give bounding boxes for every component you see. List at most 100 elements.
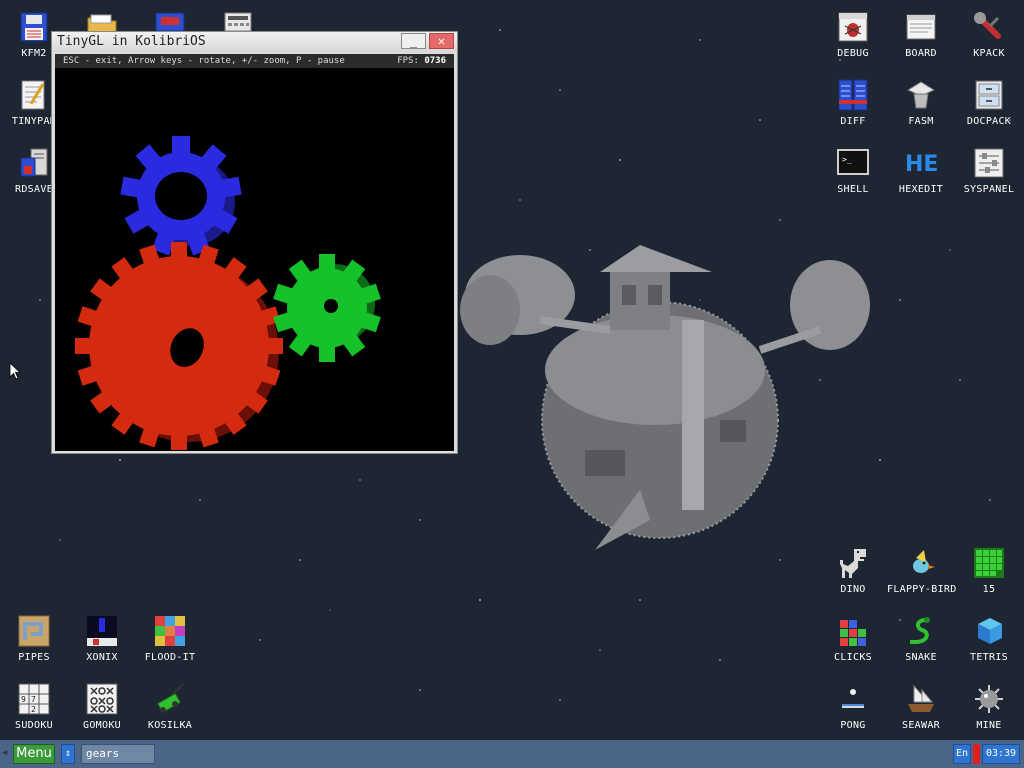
- mine-icon: [975, 685, 1003, 713]
- terminal-icon: >_: [837, 149, 869, 175]
- board-icon: [906, 14, 936, 40]
- desktop-icon-kpack[interactable]: KPACK: [955, 10, 1023, 59]
- fps-value: 0736: [424, 56, 446, 66]
- desktop-icon-seawar[interactable]: SEAWAR: [887, 682, 955, 731]
- minimize-icon: _: [409, 34, 418, 48]
- window-titlebar[interactable]: TinyGL in KolibriOS _ ✕: [52, 32, 457, 52]
- svg-text:7: 7: [31, 695, 36, 704]
- desktop-icon-label: SUDOKU: [15, 720, 53, 731]
- desktop-icon-label: HEXEDIT: [898, 184, 944, 195]
- flood-it-icon: [155, 616, 185, 646]
- fifteen-puzzle-icon: [974, 548, 1004, 578]
- pong-icon: [842, 689, 864, 708]
- gl-canvas[interactable]: ESC - exit, Arrow keys - rotate, +/- zoo…: [55, 54, 454, 451]
- minimize-button[interactable]: _: [401, 33, 426, 49]
- clicks-icon: [840, 620, 866, 646]
- fps-label: FPS:: [397, 56, 419, 66]
- desktop-icon-label: DIFF: [840, 116, 866, 127]
- desktop-icon-label: PONG: [840, 720, 866, 731]
- desktop-icon-label: TETRIS: [970, 652, 1008, 663]
- desktop-icon-label: SEAWAR: [902, 720, 940, 731]
- bug-icon: [838, 12, 868, 42]
- taskbar-item-gears[interactable]: gears: [81, 744, 155, 764]
- desktop-icon-label: FLAPPY-BIRD: [887, 584, 957, 595]
- switch-arrows-icon: ⇕: [64, 748, 72, 759]
- desktop-icon-label: DOCPACK: [966, 116, 1012, 127]
- ship-icon: [908, 684, 934, 712]
- desktop-icon-label: 15: [982, 584, 996, 595]
- desktop-icon-flappy-bird[interactable]: FLAPPY-BIRD: [887, 546, 957, 595]
- help-text: ESC - exit, Arrow keys - rotate, +/- zoo…: [63, 56, 345, 66]
- menu-button[interactable]: Menu: [13, 744, 55, 764]
- desktop-icon-label: FLOOD-IT: [144, 652, 196, 663]
- sliders-icon: [974, 148, 1004, 178]
- desktop-icon-label: DINO: [840, 584, 866, 595]
- desktop-icon-diff[interactable]: DIFF: [819, 78, 887, 127]
- desktop-icon-tetris[interactable]: TETRIS: [955, 614, 1023, 663]
- desktop-icon-kosilka[interactable]: KOSILKA: [136, 682, 204, 731]
- desktop-icon-xonix[interactable]: XONIX: [68, 614, 136, 663]
- notepad-icon: [21, 80, 45, 110]
- red-gear: [75, 242, 283, 450]
- sudoku-icon: 9 7 2: [18, 683, 50, 715]
- desktop-icon-snake[interactable]: SNAKE: [887, 614, 955, 663]
- desktop-icon-label: PIPES: [18, 652, 50, 663]
- tetris-icon: [978, 618, 1002, 644]
- desktop-icon-label: GOMOKU: [83, 720, 121, 731]
- dino-icon: [840, 549, 866, 578]
- gears-render: [75, 136, 381, 450]
- desktop-icon-15[interactable]: 15: [955, 546, 1023, 595]
- snake-icon: [910, 617, 930, 644]
- desktop-icon-syspanel[interactable]: SYSPANEL: [955, 146, 1023, 195]
- desktop-icon-label: SNAKE: [905, 652, 937, 663]
- wrench-icon: [974, 12, 1001, 39]
- tinygl-window[interactable]: TinyGL in KolibriOS _ ✕ ESC - exit, Arro…: [51, 31, 458, 454]
- keyboard-layout-indicator[interactable]: En: [953, 744, 971, 764]
- desktop-icon-shell[interactable]: >_ SHELL: [819, 146, 887, 195]
- fps-counter: FPS: 0736: [397, 54, 446, 68]
- cabinet-icon: [975, 80, 1003, 110]
- desktop-icon-hexedit[interactable]: HE HEXEDIT: [887, 146, 955, 195]
- svg-text:HE: HE: [905, 152, 938, 177]
- task-switch-button[interactable]: ⇕: [61, 744, 75, 764]
- desktop-icon-fasm[interactable]: FASM: [887, 78, 955, 127]
- bird-icon: [913, 550, 935, 573]
- mouse-cursor-icon: [9, 362, 21, 380]
- svg-text:>_: >_: [842, 155, 852, 164]
- pipes-icon: [18, 615, 50, 647]
- taskbar-scroll-left-icon[interactable]: ◀: [2, 748, 7, 758]
- desktop-icon-flood-it[interactable]: FLOOD-IT: [136, 614, 204, 663]
- desktop-icon-dino[interactable]: DINO: [819, 546, 887, 595]
- status-bar: ESC - exit, Arrow keys - rotate, +/- zoo…: [55, 54, 454, 68]
- desktop-icon-label: KPACK: [973, 48, 1005, 59]
- floppy-disk-icon: [20, 12, 48, 42]
- desktop-icon-sudoku[interactable]: 9 7 2 SUDOKU: [0, 682, 68, 731]
- blue-gear: [120, 136, 242, 256]
- close-button[interactable]: ✕: [429, 33, 454, 49]
- desktop-icon-debug[interactable]: DEBUG: [819, 10, 887, 59]
- svg-text:2: 2: [31, 705, 36, 714]
- green-gear: [273, 254, 381, 362]
- desktop-icon-mine[interactable]: MINE: [955, 682, 1023, 731]
- clock[interactable]: 03:39: [982, 744, 1020, 764]
- close-icon: ✕: [437, 34, 446, 48]
- desktop-icon-label: DEBUG: [837, 48, 869, 59]
- desktop-icon-label: SYSPANEL: [963, 184, 1015, 195]
- hex-icon: HE: [905, 152, 938, 177]
- fasm-icon: [906, 81, 936, 109]
- desktop-icon-label: CLICKS: [834, 652, 872, 663]
- desktop-icon-label: XONIX: [86, 652, 118, 663]
- svg-text:9: 9: [21, 695, 26, 704]
- desktop-icon-gomoku[interactable]: GOMOKU: [68, 682, 136, 731]
- desktop-icon-label: MINE: [976, 720, 1002, 731]
- desktop-icon-clicks[interactable]: CLICKS: [819, 614, 887, 663]
- desktop-icon-board[interactable]: BOARD: [887, 10, 955, 59]
- xonix-icon: [87, 616, 117, 646]
- lawnmower-icon: [157, 683, 184, 714]
- desktop-icon-docpack[interactable]: DOCPACK: [955, 78, 1023, 127]
- desktop-icon-pipes[interactable]: PIPES: [0, 614, 68, 663]
- activity-indicator: [973, 744, 980, 764]
- desktop-icon-pong[interactable]: PONG: [819, 682, 887, 731]
- diff-icon: [838, 79, 868, 111]
- desktop-icon-label: SHELL: [837, 184, 869, 195]
